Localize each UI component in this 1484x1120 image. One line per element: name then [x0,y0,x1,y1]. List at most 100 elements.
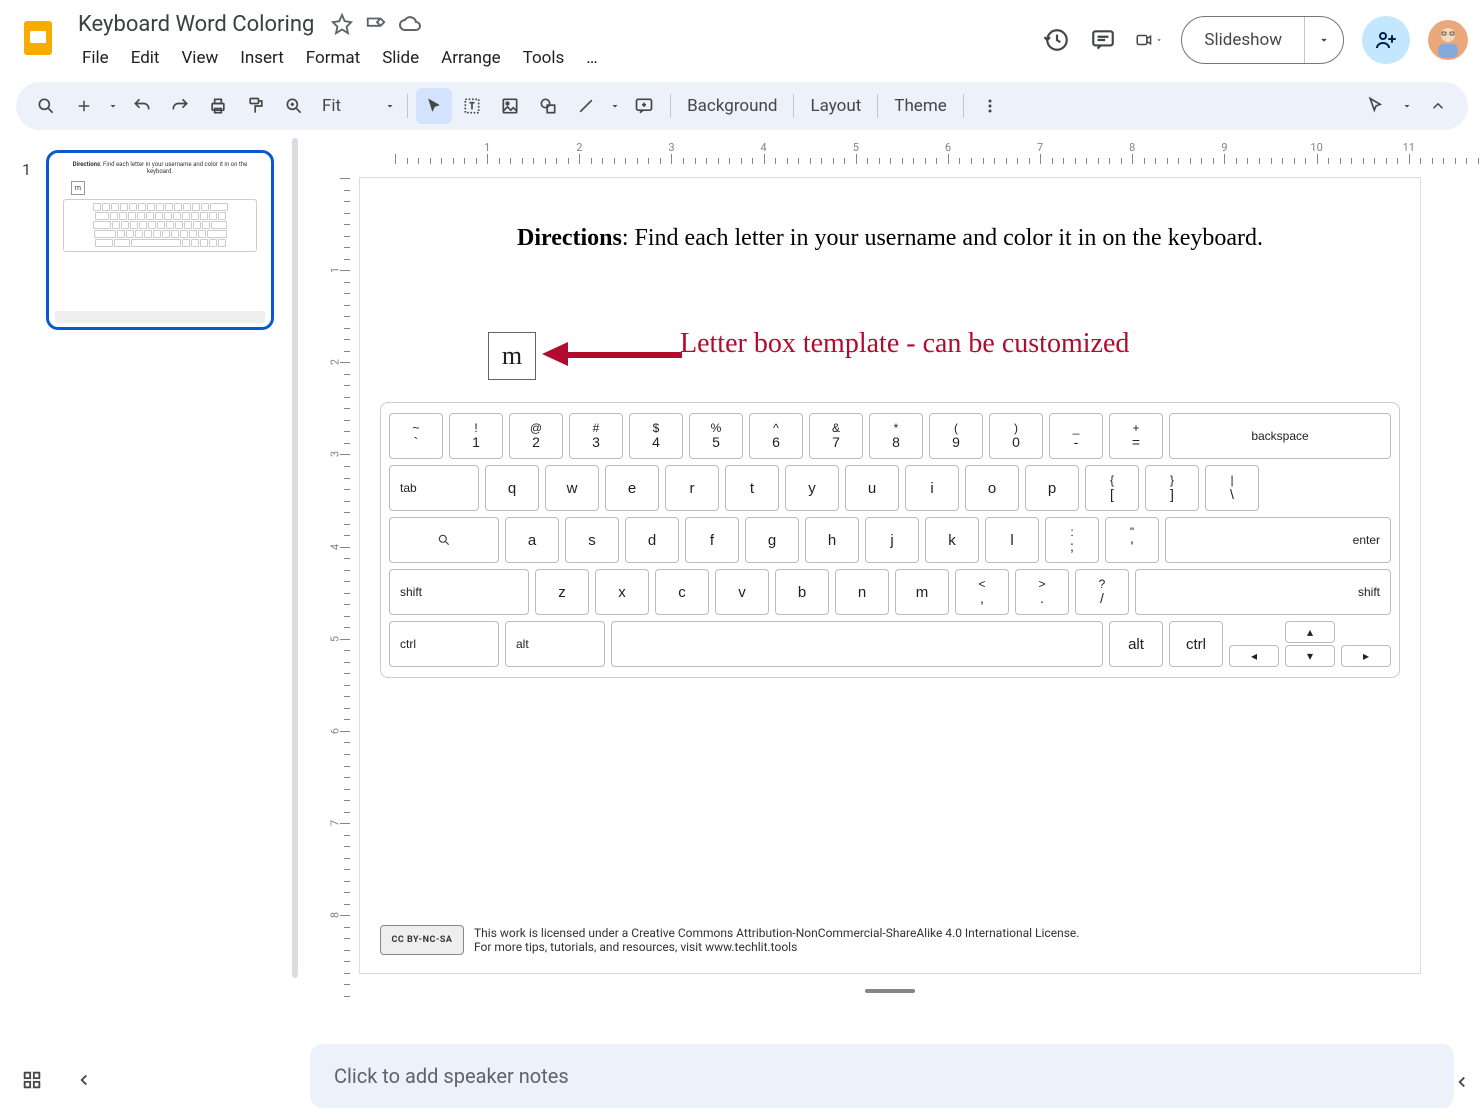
key[interactable]: p [1025,465,1079,511]
key[interactable]: (9 [929,413,983,459]
key[interactable]: *8 [869,413,923,459]
key[interactable]: &7 [809,413,863,459]
key-space[interactable] [611,621,1103,667]
key[interactable]: v [715,569,769,615]
key[interactable]: q [485,465,539,511]
key[interactable]: y [785,465,839,511]
key-arrow-left[interactable]: ◂ [1229,645,1279,667]
directions-text[interactable]: Directions: Find each letter in your use… [360,222,1420,256]
key-caps[interactable] [389,517,499,563]
key[interactable]: @2 [509,413,563,459]
history-icon[interactable] [1043,26,1071,54]
menu-format[interactable]: Format [296,42,370,74]
explore-collapse-icon[interactable] [1448,1068,1476,1096]
image-icon[interactable] [492,88,528,124]
new-slide-button[interactable] [66,88,102,124]
key[interactable]: alt [505,621,605,667]
key[interactable]: s [565,517,619,563]
key[interactable]: x [595,569,649,615]
key[interactable]: ~` [389,413,443,459]
key[interactable]: u [845,465,899,511]
document-title[interactable]: Keyboard Word Coloring [72,10,320,39]
key[interactable]: "' [1105,517,1159,563]
account-avatar[interactable] [1428,20,1468,60]
key[interactable]: %5 [689,413,743,459]
key[interactable]: {[ [1085,465,1139,511]
undo-icon[interactable] [124,88,160,124]
zoom-icon[interactable] [276,88,312,124]
line-icon[interactable] [568,88,604,124]
key[interactable]: shift [1135,569,1391,615]
key[interactable]: _- [1049,413,1103,459]
menu-tools[interactable]: Tools [513,42,575,74]
line-dropdown-icon[interactable] [606,100,624,112]
key[interactable]: h [805,517,859,563]
key[interactable]: i [905,465,959,511]
comments-icon[interactable] [1089,26,1117,54]
layout-button[interactable]: Layout [802,96,869,116]
horizontal-ruler[interactable]: 1234567891011 [350,138,1464,164]
key[interactable]: k [925,517,979,563]
key[interactable]: c [655,569,709,615]
move-icon[interactable] [364,12,388,36]
slideshow-button[interactable]: Slideshow [1181,16,1344,64]
key[interactable]: }] [1145,465,1199,511]
key[interactable]: !1 [449,413,503,459]
key[interactable]: j [865,517,919,563]
key[interactable]: ctrl [1169,621,1223,667]
menu-slide[interactable]: Slide [372,42,429,74]
panel-resize-handle[interactable] [290,138,300,1098]
key[interactable]: #3 [569,413,623,459]
redo-icon[interactable] [162,88,198,124]
search-icon[interactable] [28,88,64,124]
theme-button[interactable]: Theme [886,96,954,116]
key[interactable]: t [725,465,779,511]
keyboard-diagram[interactable]: ~`!1@2#3$4%5^6&7*8(9)0_-+=backspace tabq… [380,402,1400,678]
key[interactable]: alt [1109,621,1163,667]
key[interactable]: ?/ [1075,569,1129,615]
cursor-mode-icon[interactable] [1358,88,1394,124]
notes-resize-handle[interactable] [865,989,915,993]
menu-edit[interactable]: Edit [121,42,170,74]
meet-button[interactable] [1135,26,1163,54]
key[interactable]: r [665,465,719,511]
menu-insert[interactable]: Insert [230,42,294,74]
key[interactable]: enter [1165,517,1391,563]
menu-more[interactable]: … [576,42,607,74]
text-box-icon[interactable] [454,88,490,124]
slide-thumbnail[interactable]: Directions: Find each letter in your use… [46,150,274,330]
key[interactable]: l [985,517,1039,563]
key-arrow-up[interactable]: ▴ [1285,621,1335,643]
share-button[interactable] [1362,16,1410,64]
key[interactable]: w [545,465,599,511]
menu-view[interactable]: View [171,42,228,74]
key[interactable]: >. [1015,569,1069,615]
key[interactable]: ctrl [389,621,499,667]
zoom-dropdown-icon[interactable] [381,100,399,112]
paint-format-icon[interactable] [238,88,274,124]
key[interactable]: a [505,517,559,563]
print-icon[interactable] [200,88,236,124]
key[interactable]: ^6 [749,413,803,459]
vertical-ruler[interactable]: 12345678 [324,164,350,1098]
slides-logo[interactable] [16,8,60,66]
collapse-filmstrip-icon[interactable] [68,1064,100,1096]
slideshow-dropdown-icon[interactable] [1305,17,1343,63]
key-arrow-down[interactable]: ▾ [1285,645,1335,667]
comment-add-icon[interactable] [626,88,662,124]
zoom-level[interactable]: Fit [314,96,349,116]
key[interactable]: :; [1045,517,1099,563]
collapse-toolbar-icon[interactable] [1420,88,1456,124]
key[interactable]: m [895,569,949,615]
cursor-dropdown-icon[interactable] [1398,100,1416,112]
key[interactable]: e [605,465,659,511]
key[interactable]: o [965,465,1019,511]
key[interactable]: shift [389,569,529,615]
cloud-status-icon[interactable] [398,12,422,36]
key[interactable]: d [625,517,679,563]
key[interactable]: b [775,569,829,615]
new-slide-dropdown-icon[interactable] [104,100,122,112]
more-options-icon[interactable] [972,88,1008,124]
key[interactable]: tab [389,465,479,511]
key[interactable]: backspace [1169,413,1391,459]
